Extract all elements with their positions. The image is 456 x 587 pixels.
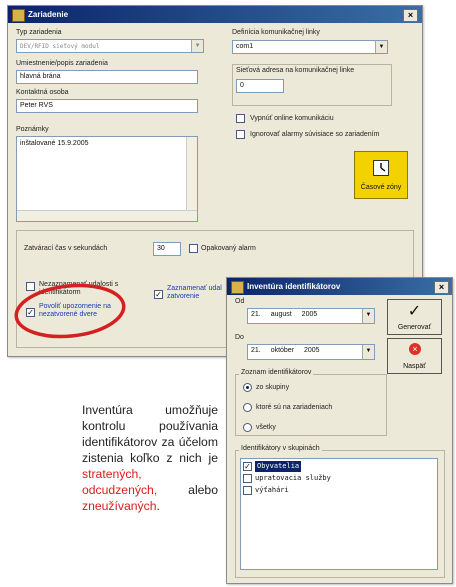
zaznamenat-checkbox[interactable]: ✓ — [154, 290, 163, 299]
app-icon — [231, 281, 244, 294]
definicia-label: Definícia komunikačnej linky — [232, 29, 320, 36]
radio-label: zo skupiny — [256, 384, 290, 391]
definicia-value: com1 — [236, 43, 254, 50]
skupiny-list: ✓ Obyvatelia upratovacia služby výťahári — [240, 458, 438, 570]
zariadenie-titlebar[interactable]: Zariadenie × — [8, 6, 422, 23]
checkmark-icon: ✓ — [407, 303, 422, 320]
do-month: október — [270, 347, 295, 354]
vypnut-label: Vypnúť online komunikáciu — [250, 115, 334, 122]
od-day: 21. — [251, 311, 261, 318]
typ-label: Typ zariadenia — [16, 29, 62, 36]
window-title: Zariadenie — [28, 10, 69, 19]
chevron-down-icon: ▼ — [191, 40, 203, 52]
inventura-titlebar[interactable]: Inventúra identifikátorov × — [227, 278, 452, 295]
opakovany-label: Opakovaný alarm — [201, 245, 256, 252]
zatvaraci-label: Zatvárací čas v sekundách — [24, 245, 108, 252]
chevron-down-icon: ▼ — [362, 345, 374, 359]
window-title: Inventúra identifikátorov — [247, 282, 341, 291]
description-red3: zneužívaných — [82, 499, 157, 513]
inventura-window: Inventúra identifikátorov × Od 21. augus… — [226, 277, 453, 584]
definicia-select[interactable]: com1 ▼ — [232, 40, 388, 54]
list-item-checkbox[interactable]: ✓ — [243, 462, 252, 471]
list-item-label: Obyvatelia — [255, 461, 302, 472]
od-date-picker[interactable]: 21. august 2005 ▼ — [247, 308, 375, 324]
highlight-ellipse — [14, 283, 126, 339]
naspat-label: Naspäť — [403, 363, 426, 370]
do-date-picker[interactable]: 21. október 2005 ▼ — [247, 344, 375, 360]
naspat-button[interactable]: × Naspäť — [387, 338, 442, 374]
clock-icon — [373, 160, 389, 176]
poznamky-textarea[interactable]: inštalované 15.9.2005 — [16, 136, 198, 222]
kontakt-label: Kontaktná osoba — [16, 89, 69, 96]
zatvaraci-input[interactable]: 30 — [153, 242, 181, 256]
ignorovat-label: Ignorovať alarmy súvisiace so zariadením — [250, 131, 380, 138]
do-label: Do — [235, 334, 244, 341]
close-button[interactable]: × — [434, 281, 449, 294]
umiestnenie-label: Umiestnenie/popis zariadenia — [16, 60, 108, 67]
list-item[interactable]: ✓ Obyvatelia — [243, 461, 433, 472]
od-month: august — [270, 311, 292, 318]
poznamky-label: Poznámky — [16, 126, 49, 133]
poznamky-value: inštalované 15.9.2005 — [20, 140, 89, 147]
sietova-input[interactable]: 0 — [236, 79, 284, 93]
typ-select[interactable]: DEV/RFID sieťový modul ▼ — [16, 39, 204, 53]
casove-zony-label: Časové zóny — [360, 184, 402, 191]
list-item-checkbox[interactable] — [243, 474, 252, 483]
description-part2: alebo — [188, 483, 218, 497]
ignorovat-checkbox[interactable] — [236, 130, 245, 139]
description-red2: odcudzených, — [82, 483, 158, 497]
scrollbar-horizontal[interactable] — [17, 210, 197, 221]
radio-zo-skupiny[interactable] — [243, 383, 252, 392]
generovat-label: Generovať — [397, 324, 432, 331]
description-part1: Inventúra umožňuje kontrolu používania i… — [82, 403, 218, 465]
description-red1: stratených, — [82, 467, 142, 481]
radio-vsetky[interactable] — [243, 423, 252, 432]
casove-zony-button[interactable]: Časové zóny — [354, 151, 408, 199]
umiestnenie-input[interactable]: hlavná brána — [16, 70, 198, 84]
list-item[interactable]: výťahári — [243, 485, 433, 496]
sietova-label: Sieťová adresa na komunikačnej linke — [236, 67, 355, 74]
do-year: 2005 — [304, 347, 320, 354]
list-item-label: výťahári — [255, 486, 289, 494]
vypnut-checkbox[interactable] — [236, 114, 245, 123]
radio-label: všetky — [256, 424, 276, 431]
radio-na-zariadeniach[interactable] — [243, 403, 252, 412]
description-end: . — [156, 499, 160, 513]
description-text: Inventúra umožňuje kontrolu používania i… — [82, 402, 218, 514]
generovat-button[interactable]: ✓ Generovať — [387, 299, 442, 335]
chevron-down-icon: ▼ — [362, 309, 374, 323]
close-circle-icon: × — [409, 343, 421, 355]
skupiny-label: Identifikátory v skupinách — [239, 445, 322, 452]
kontakt-input[interactable]: Peter RVS — [16, 99, 198, 113]
list-item-checkbox[interactable] — [243, 486, 252, 495]
app-icon — [12, 9, 25, 22]
opakovany-checkbox[interactable] — [189, 244, 198, 253]
list-item[interactable]: upratovacia služby — [243, 473, 433, 484]
list-item-label: upratovacia služby — [255, 474, 331, 482]
chevron-down-icon: ▼ — [375, 41, 387, 53]
od-label: Od — [235, 298, 245, 305]
scrollbar[interactable] — [186, 137, 197, 211]
radio-label: ktoré sú na zariadeniach — [256, 404, 333, 411]
do-day: 21. — [251, 347, 261, 354]
od-year: 2005 — [301, 311, 318, 318]
zoznam-label: Zoznam identifikátorov — [239, 369, 314, 376]
typ-value: DEV/RFID sieťový modul — [20, 43, 100, 50]
close-button[interactable]: × — [403, 9, 418, 22]
zaznamenat-label: Zaznamenať udal zatvorenie — [167, 285, 222, 300]
